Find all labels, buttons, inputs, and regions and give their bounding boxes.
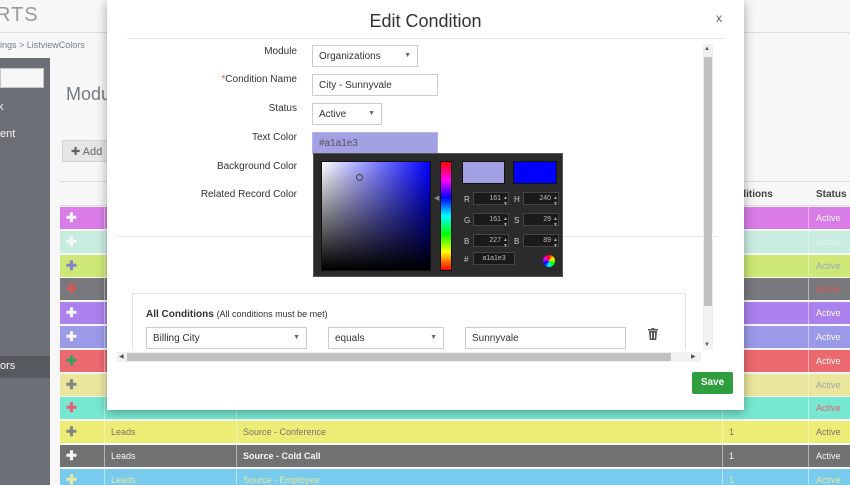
condition-field-select[interactable]: Billing City ▼ bbox=[146, 327, 307, 349]
color-picker: ◀ R 161 ▲ ▼ G 161 ▲ ▼ B 227 ▲ ▼ H 240 ▲ ▼ S … bbox=[313, 153, 563, 277]
spinner-icon[interactable]: ▲ ▼ bbox=[503, 195, 508, 207]
condition-name-label-text: Condition Name bbox=[225, 74, 297, 85]
scroll-down-icon[interactable]: ▼ bbox=[704, 342, 710, 348]
blue-field-label: B bbox=[464, 237, 470, 246]
hue-pointer-icon: ◀ bbox=[434, 195, 440, 202]
caret-down-icon: ▼ bbox=[368, 110, 375, 117]
hex-field-label: # bbox=[464, 255, 469, 264]
scrollbar-thumb[interactable] bbox=[127, 353, 671, 361]
condition-field-value: Billing City bbox=[153, 333, 200, 344]
hex-input[interactable]: a1a1e3 bbox=[473, 252, 515, 265]
hue-slider[interactable] bbox=[440, 161, 452, 271]
spinner-icon[interactable]: ▲ ▼ bbox=[553, 237, 558, 249]
horizontal-scrollbar[interactable]: ◀ ▶ bbox=[117, 352, 701, 362]
color-wheel-icon[interactable] bbox=[543, 255, 555, 267]
module-select[interactable]: Organizations ▼ bbox=[312, 45, 418, 67]
hex-field: # a1a1e3 bbox=[464, 252, 515, 265]
spinner-icon[interactable]: ▲ ▼ bbox=[553, 195, 558, 207]
conditions-panel: All Conditions (All conditions must be m… bbox=[132, 293, 686, 350]
condition-name-label: *Condition Name bbox=[117, 74, 297, 85]
current-color-swatch[interactable] bbox=[513, 161, 557, 184]
status-select[interactable]: Active ▼ bbox=[312, 103, 382, 125]
related-record-color-label: Related Record Color bbox=[200, 189, 297, 200]
save-button[interactable]: Save bbox=[692, 372, 733, 394]
red-field-label: R bbox=[464, 195, 470, 204]
saturation-brightness-area[interactable] bbox=[321, 161, 431, 271]
condition-operator-value: equals bbox=[335, 333, 365, 344]
text-color-input[interactable]: #a1a1e3 bbox=[312, 132, 438, 154]
vertical-scrollbar[interactable]: ▲ ▼ bbox=[703, 44, 713, 350]
scroll-right-icon[interactable]: ▶ bbox=[691, 353, 696, 360]
color-selector-handle[interactable] bbox=[356, 174, 363, 181]
background-color-label: Background Color bbox=[216, 161, 297, 172]
status-select-value: Active bbox=[319, 109, 347, 120]
spinner-icon[interactable]: ▲ ▼ bbox=[553, 216, 558, 228]
saturation-field-label: S bbox=[514, 216, 520, 225]
text-color-label: Text Color bbox=[251, 132, 297, 143]
scrollbar-thumb[interactable] bbox=[704, 57, 712, 306]
spinner-icon[interactable]: ▲ ▼ bbox=[503, 237, 508, 249]
caret-down-icon: ▼ bbox=[430, 334, 437, 341]
trash-icon[interactable] bbox=[648, 328, 658, 340]
brightness-field-label: B bbox=[514, 237, 520, 246]
scroll-left-icon[interactable]: ◀ bbox=[119, 353, 124, 360]
new-color-swatch bbox=[462, 161, 505, 184]
scroll-up-icon[interactable]: ▲ bbox=[704, 46, 710, 52]
condition-value-input[interactable]: Sunnyvale bbox=[465, 327, 626, 349]
condition-name-input[interactable]: City - Sunnyvale bbox=[312, 74, 438, 96]
conditions-title: All Conditions (All conditions must be m… bbox=[146, 309, 328, 320]
hue-field-label: H bbox=[514, 195, 520, 204]
green-field-label: G bbox=[464, 216, 471, 225]
close-button[interactable]: x bbox=[716, 11, 722, 25]
divider bbox=[127, 38, 724, 39]
module-select-value: Organizations bbox=[319, 51, 381, 62]
module-label: Module bbox=[264, 46, 297, 57]
conditions-title-text: All Conditions bbox=[146, 309, 214, 320]
spinner-icon[interactable]: ▲ ▼ bbox=[503, 216, 508, 228]
condition-operator-select[interactable]: equals ▼ bbox=[328, 327, 444, 349]
caret-down-icon: ▼ bbox=[293, 334, 300, 341]
caret-down-icon: ▼ bbox=[404, 52, 411, 59]
conditions-subtitle: (All conditions must be met) bbox=[216, 309, 328, 319]
dialog-title: Edit Condition bbox=[369, 11, 482, 31]
status-label: Status bbox=[268, 103, 297, 114]
